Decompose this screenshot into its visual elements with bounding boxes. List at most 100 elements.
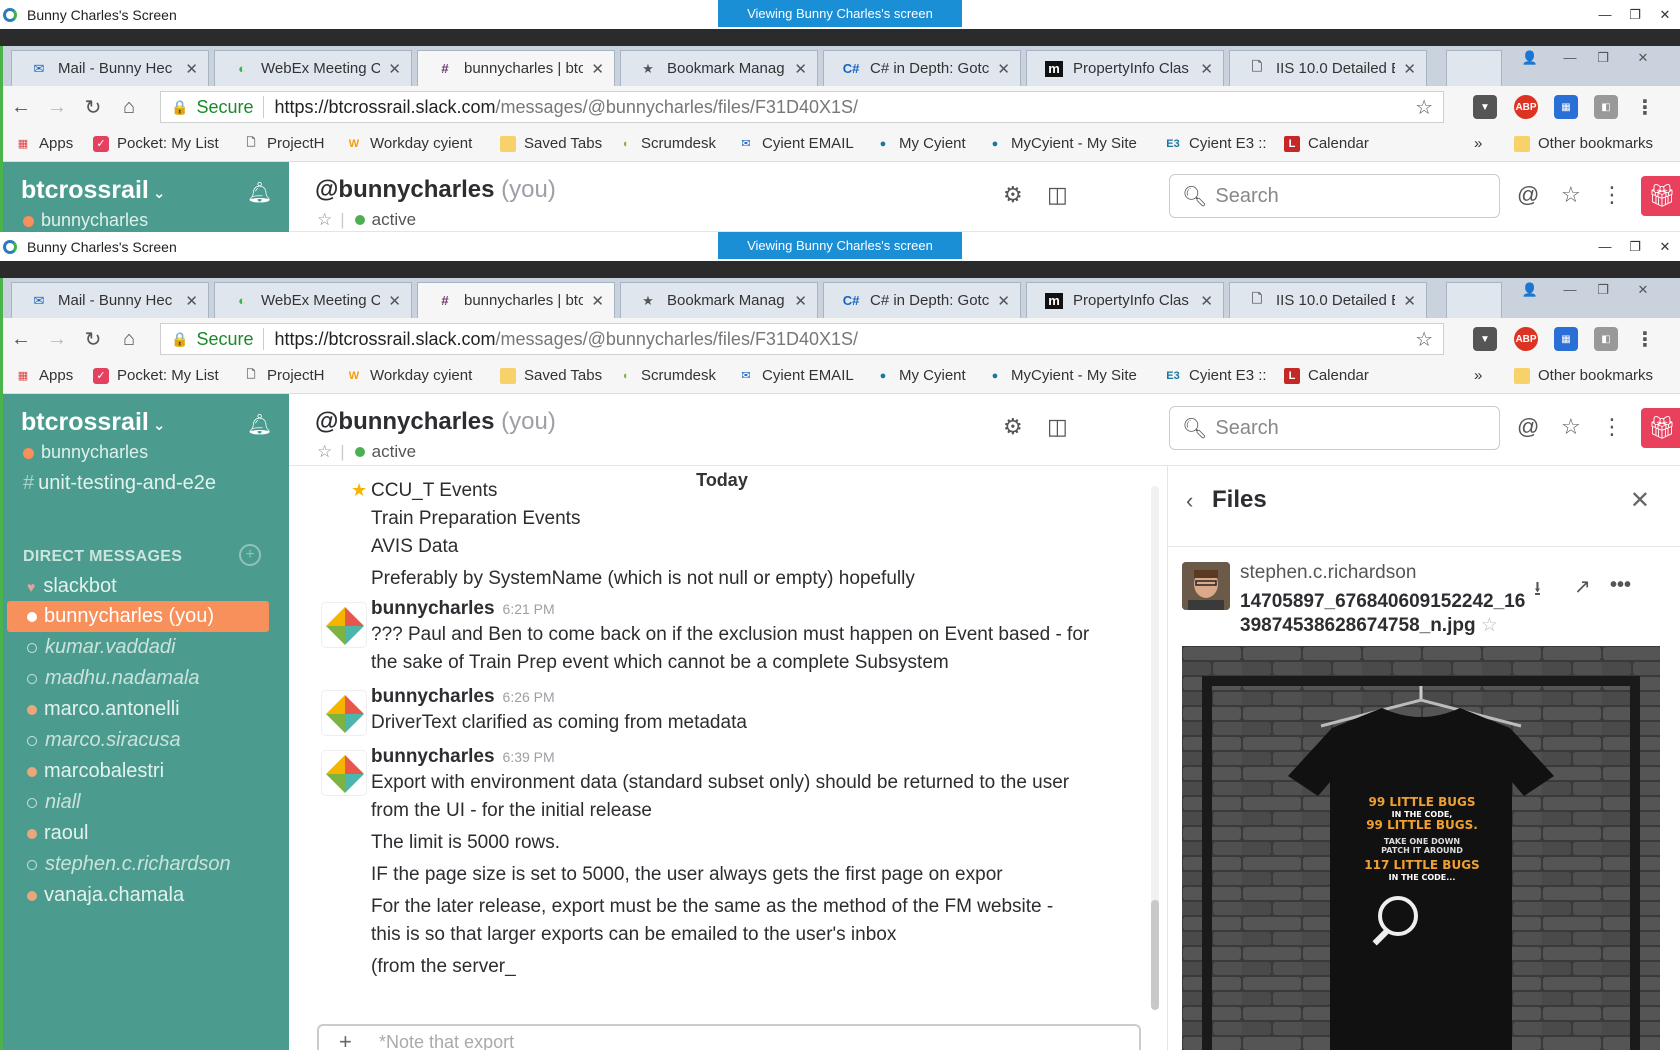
message-author[interactable]: bunnycharles 6:39 PM <box>371 746 555 768</box>
tab-close-icon[interactable]: ✕ <box>185 60 198 78</box>
tab-mail[interactable]: ✉ Mail - Bunny Hec ✕ <box>11 282 209 318</box>
download-icon[interactable]: ⭳ <box>1534 574 1541 608</box>
message-author[interactable]: bunnycharles 6:21 PM <box>371 598 555 620</box>
back-chevron-icon[interactable]: ‹ <box>1186 488 1193 514</box>
avatar[interactable] <box>321 690 367 736</box>
dm-marco-antonelli[interactable]: marco.antonelli <box>7 694 269 725</box>
tab-close-icon[interactable]: ✕ <box>388 60 401 78</box>
bookmark-saved-tabs[interactable]: Saved Tabs <box>500 367 602 384</box>
bookmark-scrumdesk[interactable]: ◖ Scrumdesk <box>617 135 716 152</box>
bookmark-pocket[interactable]: ✓ Pocket: My List <box>93 367 219 384</box>
minimize-icon[interactable]: — <box>1590 232 1620 261</box>
bookmark-cyient-e3[interactable]: E3 Cyient E3 :: <box>1165 367 1266 384</box>
back-icon[interactable]: ← <box>3 96 39 119</box>
forward-icon[interactable]: → <box>39 328 75 351</box>
bookmark-my-cyient[interactable]: ● My Cyient <box>875 135 966 152</box>
bookmark-workday[interactable]: W Workday cyient <box>346 367 472 384</box>
restore-icon[interactable]: ❐ <box>1588 50 1618 70</box>
dm-bunnycharles[interactable]: bunnycharles (you) <box>7 601 269 632</box>
bookmark-my-cyient[interactable]: ● My Cyient <box>875 367 966 384</box>
tab-close-icon[interactable]: ✕ <box>794 292 807 310</box>
tab-csharp[interactable]: C# C# in Depth: Gotc ✕ <box>823 282 1021 318</box>
pocket-ext-icon[interactable]: ▼ <box>1473 95 1497 119</box>
tab-close-icon[interactable]: ✕ <box>591 292 604 310</box>
tab-webex[interactable]: ◐ WebEx Meeting C ✕ <box>214 50 412 86</box>
add-dm-icon[interactable]: + <box>239 544 261 566</box>
dm-raoul[interactable]: raoul <box>7 818 269 849</box>
file-name[interactable]: 14705897_676840609152242_163987453862867… <box>1240 590 1530 638</box>
bookmark-projecth[interactable]: 🗋 ProjectH <box>243 367 325 384</box>
star-icon[interactable]: ☆ <box>317 210 332 230</box>
tab-iis[interactable]: 🗋 IIS 10.0 Detailed E ✕ <box>1229 282 1427 318</box>
tab-bookmarks[interactable]: ★ Bookmark Manag ✕ <box>620 282 818 318</box>
tab-slack[interactable]: # bunnycharles | btc ✕ <box>417 282 615 318</box>
uploader-avatar[interactable] <box>1182 562 1230 610</box>
current-user[interactable]: bunnycharles <box>23 210 148 231</box>
bookmark-pocket[interactable]: ✓ Pocket: My List <box>93 135 219 152</box>
tab-close-icon[interactable]: ✕ <box>1403 60 1416 78</box>
minimize-icon[interactable]: — <box>1590 0 1620 29</box>
tab-close-icon[interactable]: ✕ <box>997 60 1010 78</box>
message-author[interactable]: bunnycharles 6:26 PM <box>371 686 555 708</box>
extension-icon[interactable]: ▦ <box>1554 327 1578 351</box>
bookmark-workday[interactable]: W Workday cyient <box>346 135 472 152</box>
search-input[interactable]: 🔍︎ Search <box>1169 174 1500 218</box>
scrollbar-thumb[interactable] <box>1151 900 1159 1010</box>
tab-slack[interactable]: # bunnycharles | btc ✕ <box>417 50 615 86</box>
close-icon[interactable]: ✕ <box>1628 282 1658 302</box>
open-external-icon[interactable]: ↗ <box>1574 574 1591 599</box>
menu-icon[interactable]: ⋮ <box>1633 95 1657 119</box>
bell-icon[interactable]: 🔔︎ <box>247 180 272 205</box>
restore-icon[interactable]: ❐ <box>1588 282 1618 302</box>
extension-icon[interactable]: ◧ <box>1594 95 1618 119</box>
gear-icon[interactable]: ⚙ <box>1003 182 1023 208</box>
dm-vanaja-chamala[interactable]: vanaja.chamala <box>7 880 269 911</box>
bookmarks-overflow[interactable]: » <box>1474 367 1482 384</box>
dm-marcobalestri[interactable]: marcobalestri <box>7 756 269 787</box>
bookmark-apps[interactable]: ▦ Apps <box>15 367 73 384</box>
bookmark-cyient-email[interactable]: ✉ Cyient EMAIL <box>738 135 853 152</box>
bookmark-star-icon[interactable]: ☆ <box>1415 327 1433 352</box>
more-icon[interactable]: ⋮ <box>1601 414 1623 440</box>
bookmarks-overflow[interactable]: » <box>1474 135 1482 152</box>
bookmark-cyient-e3[interactable]: E3 Cyient E3 :: <box>1165 135 1266 152</box>
more-icon[interactable]: ••• <box>1610 574 1631 597</box>
minimize-icon[interactable]: — <box>1555 50 1585 70</box>
tab-close-icon[interactable]: ✕ <box>1200 292 1213 310</box>
team-name[interactable]: btcrossrail ⌄ <box>21 176 165 205</box>
adblock-icon[interactable]: ABP <box>1514 95 1538 119</box>
dm-niall[interactable]: niall <box>7 787 269 818</box>
reload-icon[interactable]: ↻ <box>75 95 111 120</box>
gear-icon[interactable]: ⚙ <box>1003 414 1023 440</box>
bookmark-saved-tabs[interactable]: Saved Tabs <box>500 135 602 152</box>
plus-icon[interactable]: + <box>339 1029 352 1050</box>
star-icon[interactable]: ☆ <box>1561 414 1581 440</box>
file-preview-image[interactable]: 99 LITTLE BUGS IN THE CODE, 99 LITTLE BU… <box>1182 646 1660 1050</box>
star-icon[interactable]: ☆ <box>317 442 332 462</box>
new-tab-button[interactable] <box>1446 50 1502 86</box>
tab-csharp[interactable]: C# C# in Depth: Gotc ✕ <box>823 50 1021 86</box>
tab-close-icon[interactable]: ✕ <box>794 60 807 78</box>
search-input[interactable]: 🔍︎ Search <box>1169 406 1500 450</box>
sidebar-toggle-icon[interactable]: ◫ <box>1047 414 1068 440</box>
tab-close-icon[interactable]: ✕ <box>1200 60 1213 78</box>
home-icon[interactable]: ⌂ <box>111 328 147 351</box>
tab-webex[interactable]: ◐ WebEx Meeting C ✕ <box>214 282 412 318</box>
tab-close-icon[interactable]: ✕ <box>388 292 401 310</box>
star-icon[interactable]: ☆ <box>1481 615 1498 636</box>
bookmark-star-icon[interactable]: ☆ <box>1415 95 1433 120</box>
star-icon[interactable]: ☆ <box>1561 182 1581 208</box>
close-icon[interactable]: ✕ <box>1650 0 1680 29</box>
forward-icon[interactable]: → <box>39 96 75 119</box>
tab-bookmarks[interactable]: ★ Bookmark Manag ✕ <box>620 50 818 86</box>
dm-slackbot[interactable]: ♥ slackbot <box>7 571 269 602</box>
team-name[interactable]: btcrossrail ⌄ <box>21 408 165 437</box>
dm-madhu-nadamala[interactable]: madhu.nadamala <box>7 663 269 694</box>
dm-stephen-c-richardson[interactable]: stephen.c.richardson <box>7 849 269 880</box>
tab-iis[interactable]: 🗋 IIS 10.0 Detailed E ✕ <box>1229 50 1427 86</box>
profile-icon[interactable]: 👤 <box>1515 282 1545 302</box>
direct-messages-header[interactable]: DIRECT MESSAGES <box>23 548 182 566</box>
other-bookmarks[interactable]: Other bookmarks <box>1514 135 1653 152</box>
restore-icon[interactable]: ❐ <box>1620 0 1650 29</box>
gift-icon[interactable]: 🎁︎ <box>1641 176 1680 216</box>
